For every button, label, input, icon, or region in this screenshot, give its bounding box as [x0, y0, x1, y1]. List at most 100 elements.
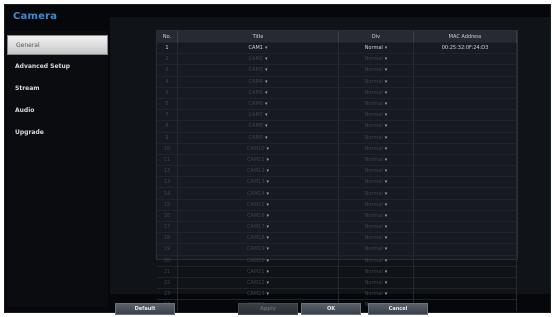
cell-div: Normal▾	[338, 276, 414, 289]
cell-no-text: 12	[163, 168, 171, 175]
cell-title: CAM19 ▾	[177, 243, 339, 256]
cell-title: CAM7 ▾	[177, 109, 339, 121]
dropdown-arrow-icon[interactable]: ▾	[267, 191, 270, 197]
dropdown-arrow-icon[interactable]: ▾	[385, 168, 388, 174]
dropdown-arrow-icon[interactable]: ▾	[265, 45, 268, 51]
dropdown-arrow-icon[interactable]: ▾	[385, 191, 388, 197]
dropdown-arrow-icon[interactable]: ▾	[265, 90, 268, 96]
cell-no-text: 9	[165, 134, 169, 141]
cell-title: CAM5 ▾	[177, 86, 339, 99]
table-row[interactable]: 15 CAM15 ▾ Normal ▾	[157, 198, 517, 211]
sidebar-item-stream[interactable]: Stream	[7, 79, 108, 99]
table-row[interactable]: 4 CAM4 ▾ Normal ▾	[157, 75, 517, 88]
dropdown-arrow-icon[interactable]: ▾	[385, 112, 388, 118]
dropdown-arrow-icon[interactable]: ▾	[385, 90, 388, 96]
table-row[interactable]: 1 CAM1 ▾ Normal ▾ 00:25:32:0F:24:D3	[157, 41, 517, 54]
dropdown-arrow-icon[interactable]: ▾	[385, 269, 388, 275]
dropdown-arrow-icon[interactable]: ▾	[385, 291, 388, 297]
dropdown-arrow-icon[interactable]: ▾	[267, 146, 270, 152]
dropdown-arrow-icon[interactable]: ▾	[267, 213, 270, 219]
cell-no-text: 4	[165, 78, 169, 85]
cell-no-text: 14	[163, 190, 171, 197]
apply-button[interactable]: Apply	[238, 303, 298, 315]
dropdown-arrow-icon[interactable]: ▾	[385, 179, 388, 185]
dropdown-arrow-icon[interactable]: ▾	[265, 67, 268, 73]
dropdown-arrow-icon[interactable]: ▾	[385, 246, 388, 252]
table-row[interactable]: 22 CAM22 ▾ Normal ▾	[157, 276, 517, 289]
table-row[interactable]: 11 CAM11 ▾ Normal ▾	[157, 153, 517, 166]
dropdown-arrow-icon[interactable]: ▾	[385, 235, 388, 241]
default-button[interactable]: Default	[115, 303, 175, 315]
dropdown-arrow-icon[interactable]: ▾	[385, 56, 388, 62]
dropdown-arrow-icon[interactable]: ▾	[267, 179, 270, 185]
cell-mac-text: 00:25:32:0F:24:D3	[441, 45, 489, 52]
table-row[interactable]: 19 CAM19 ▾ Normal ▾	[157, 243, 517, 256]
dropdown-arrow-icon[interactable]: ▾	[385, 45, 388, 51]
cell-title: CAM14 ▾	[177, 187, 339, 200]
dropdown-arrow-icon[interactable]: ▾	[385, 258, 388, 264]
cell-title-text: CAM2	[248, 56, 263, 63]
cell-title-text: CAM18	[246, 235, 265, 242]
dropdown-arrow-icon[interactable]: ▾	[267, 235, 270, 241]
sidebar-item-upgrade[interactable]: Upgrade	[7, 123, 108, 143]
dropdown-arrow-icon[interactable]: ▾	[267, 157, 270, 163]
cell-title-text: CAM17	[246, 224, 265, 231]
dropdown-arrow-icon[interactable]: ▾	[385, 101, 388, 107]
table-row[interactable]: 14 CAM14 ▾ Normal ▾	[157, 187, 517, 200]
sidebar-item-general[interactable]: General	[7, 35, 108, 55]
dropdown-arrow-icon[interactable]: ▾	[267, 168, 270, 174]
table-row[interactable]: 2 CAM2 ▾ Normal ▾	[157, 53, 517, 65]
table-row[interactable]: 17 CAM17 ▾ Normal ▾	[157, 220, 517, 233]
sidebar-item-audio[interactable]: Audio	[7, 101, 108, 121]
table-row[interactable]: 9 CAM9 ▾ Normal ▾	[157, 131, 517, 144]
cell-mac	[413, 64, 517, 77]
cell-title: CAM13 ▾	[177, 176, 339, 188]
dropdown-arrow-icon[interactable]: ▾	[267, 269, 270, 275]
dropdown-arrow-icon[interactable]: ▾	[267, 258, 270, 264]
table-row[interactable]: 18 CAM18 ▾ Normal ▾	[157, 232, 517, 244]
dropdown-arrow-icon[interactable]: ▾	[385, 213, 388, 219]
table-row[interactable]: 13 CAM13 ▾ Normal ▾	[157, 176, 517, 188]
dropdown-arrow-icon[interactable]: ▾	[265, 56, 268, 62]
dropdown-arrow-icon[interactable]: ▾	[385, 135, 388, 141]
dropdown-arrow-icon[interactable]: ▾	[265, 112, 268, 118]
table-row[interactable]: 5 CAM5 ▾ Normal ▾	[157, 86, 517, 99]
dropdown-arrow-icon[interactable]: ▾	[385, 79, 388, 85]
dropdown-arrow-icon[interactable]: ▾	[385, 123, 388, 129]
sidebar-item-advanced-setup[interactable]: Advanced Setup	[7, 57, 108, 77]
dropdown-arrow-icon[interactable]: ▾	[267, 224, 270, 230]
dropdown-arrow-icon[interactable]: ▾	[385, 157, 388, 163]
table-row[interactable]: 10 CAM10 ▾ Normal ▾	[157, 142, 517, 155]
cell-mac	[413, 75, 517, 88]
dropdown-arrow-icon[interactable]: ▾	[267, 280, 270, 286]
dropdown-arrow-icon[interactable]: ▾	[267, 246, 270, 252]
dropdown-arrow-icon[interactable]: ▾	[265, 101, 268, 107]
table-row[interactable]: 8 CAM8 ▾ Normal ▾	[157, 120, 517, 132]
table-row[interactable]: 6 CAM6 ▾ Normal ▾	[157, 97, 517, 110]
ok-button[interactable]: OK	[301, 303, 361, 315]
dropdown-arrow-icon[interactable]: ▾	[265, 79, 268, 85]
dropdown-arrow-icon[interactable]: ▾	[267, 202, 270, 208]
cell-title-text: CAM8	[248, 123, 263, 130]
dropdown-arrow-icon[interactable]: ▾	[385, 146, 388, 152]
table-row[interactable]: 20 CAM20 ▾ Normal ▾	[157, 254, 517, 267]
cell-title-text: CAM7	[248, 112, 263, 119]
dropdown-arrow-icon[interactable]: ▾	[267, 291, 270, 297]
table-row[interactable]: 3 CAM3 ▾ Normal ▾	[157, 64, 517, 77]
cell-no-text: 21	[163, 268, 171, 275]
dropdown-arrow-icon[interactable]: ▾	[385, 67, 388, 73]
dropdown-arrow-icon[interactable]: ▾	[385, 202, 388, 208]
cell-div: Normal▾	[338, 288, 414, 300]
table-row[interactable]: 16 CAM16 ▾ Normal ▾	[157, 209, 517, 222]
dropdown-arrow-icon[interactable]: ▾	[265, 135, 268, 141]
cell-div: Normal▾	[338, 254, 414, 267]
cancel-button[interactable]: Cancel	[368, 303, 428, 315]
dropdown-arrow-icon[interactable]: ▾	[385, 224, 388, 230]
table-row[interactable]: 7 CAM7 ▾ Normal ▾	[157, 109, 517, 121]
table-row[interactable]: 23 CAM23 ▾ Normal ▾	[157, 288, 517, 300]
dropdown-arrow-icon[interactable]: ▾	[385, 280, 388, 286]
column-header-mac: MAC Address	[413, 31, 517, 43]
table-row[interactable]: 21 CAM21 ▾ Normal ▾	[157, 265, 517, 278]
dropdown-arrow-icon[interactable]: ▾	[265, 123, 268, 129]
table-row[interactable]: 12 CAM12 ▾ Normal ▾	[157, 165, 517, 177]
